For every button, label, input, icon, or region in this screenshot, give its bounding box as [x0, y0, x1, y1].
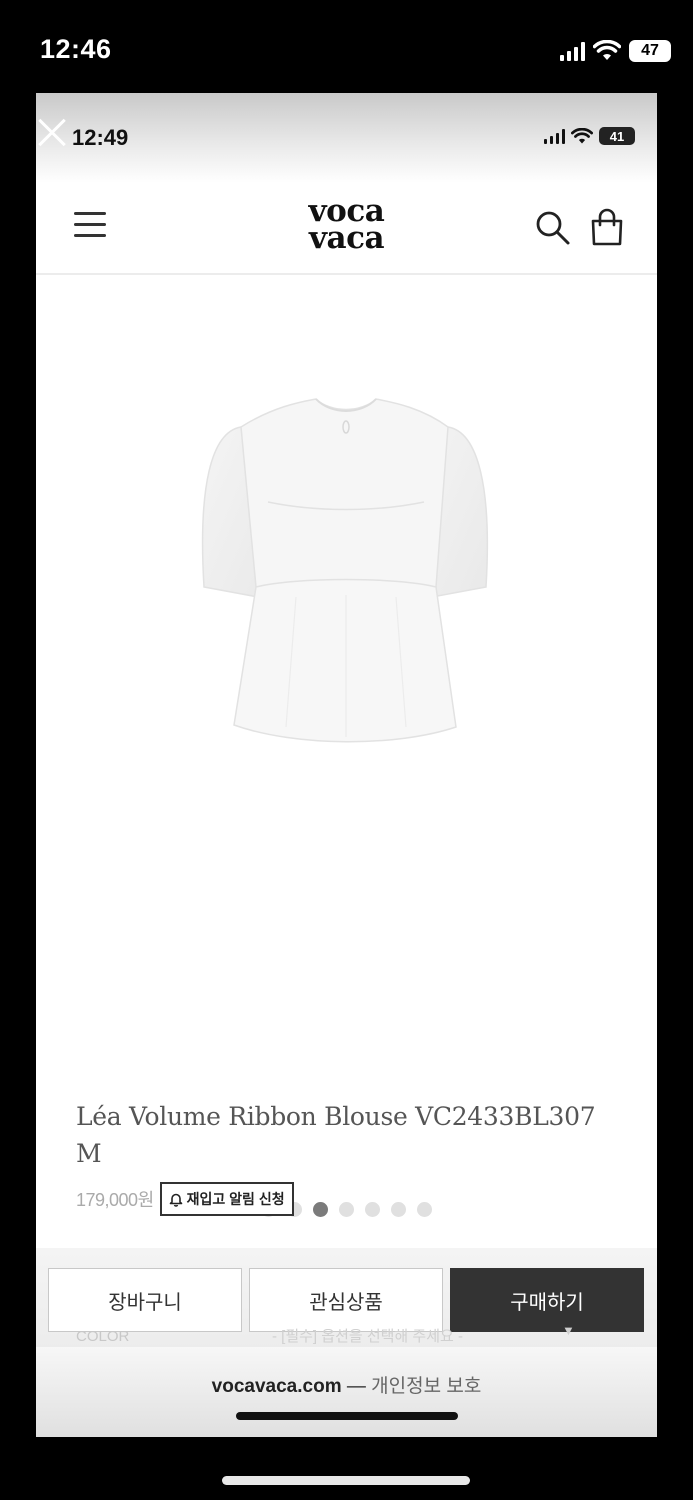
screenshot-frame: 12:49 41 voca vaca Léa Volume Ribbon Blo…	[36, 93, 657, 1437]
gallery-dot[interactable]	[391, 1202, 406, 1217]
url-separator: —	[341, 1376, 372, 1397]
product-gallery[interactable]	[36, 277, 657, 1217]
close-icon[interactable]	[36, 113, 72, 153]
battery-icon: 47	[629, 40, 671, 62]
gallery-dot[interactable]	[417, 1202, 432, 1217]
color-option-label: COLOR	[76, 1328, 130, 1345]
shopping-bag-icon[interactable]	[588, 207, 626, 247]
search-icon[interactable]	[534, 209, 572, 247]
signal-icon	[544, 128, 565, 144]
add-to-cart-button[interactable]: 장바구니	[48, 1268, 242, 1332]
product-image	[201, 398, 489, 743]
restock-alert-button[interactable]: 재입고 알림 신청	[159, 1182, 294, 1216]
url-domain: vocavaca.com	[211, 1376, 342, 1397]
url-text: vocavaca.com — 개인정보 보호	[36, 1371, 657, 1398]
outer-status-icons: 47	[560, 38, 671, 64]
outer-clock: 12:46	[40, 34, 112, 64]
site-header: voca vaca	[36, 183, 657, 275]
restock-alert-label: 재입고 알림 신청	[186, 1191, 285, 1207]
inner-status-icons: 41	[544, 127, 635, 145]
wifi-icon	[571, 127, 593, 143]
home-indicator[interactable]	[222, 1476, 470, 1485]
gallery-dot[interactable]	[339, 1202, 354, 1217]
color-option-select[interactable]: - [필수] 옵션을 선택해 주세요 -	[272, 1325, 463, 1346]
buy-now-button[interactable]: 구매하기	[450, 1268, 644, 1332]
signal-icon	[560, 41, 585, 61]
inner-status-bar: 12:49 41	[36, 93, 657, 183]
inner-clock: 12:49	[72, 125, 129, 150]
product-price: 179,000원	[76, 1190, 154, 1210]
battery-icon: 41	[599, 127, 635, 145]
bell-icon	[169, 1193, 182, 1207]
gallery-dot[interactable]	[313, 1202, 328, 1217]
outer-status-bar: 12:46 47	[0, 0, 693, 95]
product-title: Léa Volume Ribbon Blouse VC2433BL307 M	[76, 1102, 596, 1168]
wifi-icon	[593, 40, 621, 60]
home-indicator-inner	[236, 1412, 458, 1420]
price-row: 179,000원 재입고 알림 신청	[76, 1182, 294, 1216]
privacy-label: 개인정보 보호	[371, 1376, 482, 1397]
browser-url-bar[interactable]: vocavaca.com — 개인정보 보호	[36, 1347, 657, 1437]
chevron-down-icon: ▼	[562, 1323, 575, 1338]
wishlist-button[interactable]: 관심상품	[249, 1268, 443, 1332]
gallery-dot[interactable]	[365, 1202, 380, 1217]
